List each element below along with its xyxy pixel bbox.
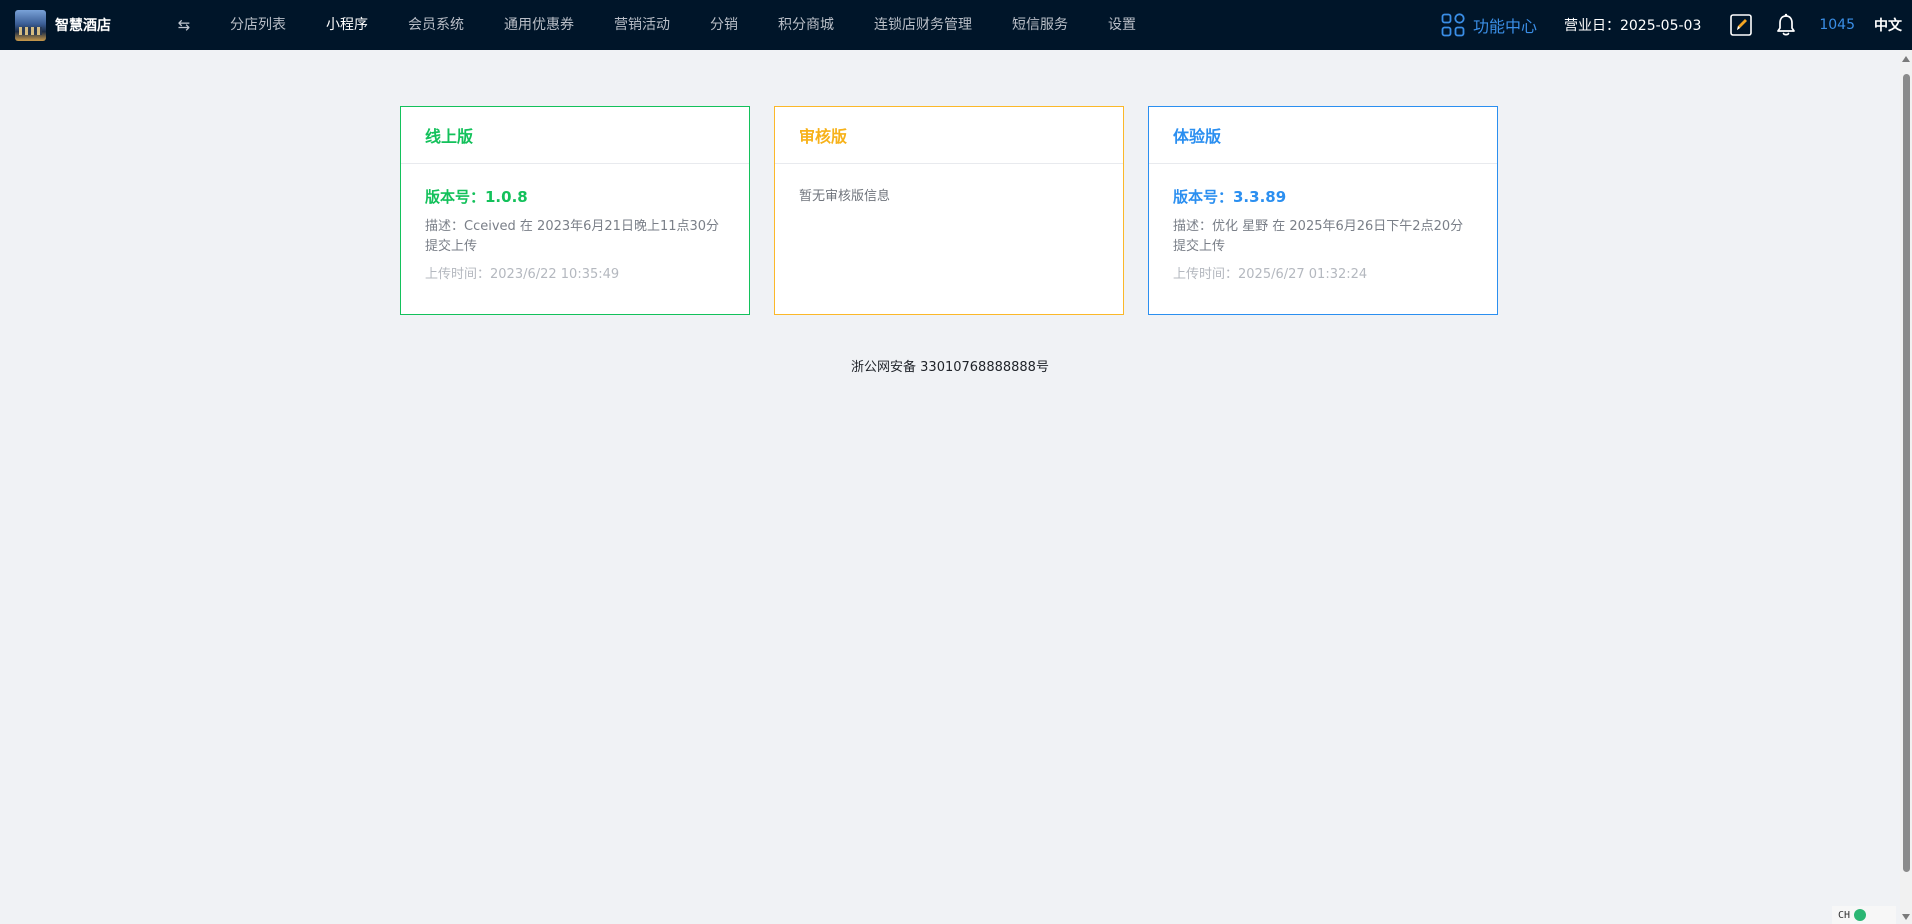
online-version-card: 线上版 版本号：1.0.8 描述：Cceived 在 2023年6月21日晚上1… [400,106,750,315]
edit-note-icon[interactable] [1729,13,1753,37]
version-description: 描述：优化 星野 在 2025年6月26日下午2点20分提交上传 [1173,219,1464,254]
version-cards: 线上版 版本号：1.0.8 描述：Cceived 在 2023年6月21日晚上1… [400,106,1498,315]
hotel-logo [15,9,46,41]
brand[interactable]: 智慧酒店 [15,9,171,41]
card-title: 体验版 [1149,107,1497,164]
user-id-link[interactable]: 1045 [1819,17,1855,33]
empty-review-message: 暂无审核版信息 [799,189,891,204]
function-center-label: 功能中心 [1472,17,1537,36]
business-date: 营业日：2025-05-03 [1563,18,1702,34]
nav-item-coupons[interactable]: 通用优惠券 [484,0,594,50]
nav-item-chain-finance[interactable]: 连锁店财务管理 [854,0,992,50]
brand-name: 智慧酒店 [55,18,111,34]
function-center-button[interactable]: 功能中心 [1441,13,1537,37]
tray-app-icon[interactable] [1854,909,1867,921]
nav-item-distribution[interactable]: 分销 [690,0,758,50]
bell-icon[interactable] [1775,13,1797,37]
scroll-thumb[interactable] [1903,74,1910,872]
header-right: 功能中心 营业日：2025-05-03 1045 中文 [1441,0,1912,50]
grid-apps-icon [1441,13,1465,37]
sidebar-toggle-icon[interactable]: ⇆ [172,16,196,34]
nav-item-settings[interactable]: 设置 [1088,0,1156,50]
ime-indicator[interactable]: CH [1838,910,1850,921]
nav-item-branch-list[interactable]: 分店列表 [210,0,306,50]
nav-item-member-system[interactable]: 会员系统 [388,0,484,50]
main-nav: 分店列表 小程序 会员系统 通用优惠券 营销活动 分销 积分商城 连锁店财务管理… [210,0,1156,50]
top-navbar: 智慧酒店 ⇆ 分店列表 小程序 会员系统 通用优惠券 营销活动 分销 积分商城 … [0,0,1912,50]
upload-time: 上传时间：2025/6/27 01:32:24 [1173,267,1368,282]
version-number: 版本号：1.0.8 [425,188,528,206]
language-switch[interactable]: 中文 [1874,15,1902,35]
upload-time: 上传时间：2023/6/22 10:35:49 [425,267,620,282]
nav-item-marketing[interactable]: 营销活动 [594,0,690,50]
icp-footer: 浙公网安备 33010768888888号 [851,360,1049,375]
review-version-card: 审核版 暂无审核版信息 [774,106,1124,315]
scroll-down-arrow-icon[interactable] [1902,914,1910,920]
card-title: 线上版 [401,107,749,164]
scroll-up-arrow-icon[interactable] [1902,56,1910,62]
version-number: 版本号：3.3.89 [1173,188,1287,206]
version-description: 描述：Cceived 在 2023年6月21日晚上11点30分提交上传 [425,219,720,254]
nav-item-mini-program[interactable]: 小程序 [306,0,388,50]
trial-version-card: 体验版 版本号：3.3.89 描述：优化 星野 在 2025年6月26日下午2点… [1148,106,1498,315]
system-tray: CH [1832,906,1896,924]
nav-item-sms[interactable]: 短信服务 [992,0,1088,50]
card-title: 审核版 [775,107,1123,164]
page-scrollbar[interactable] [1900,50,1912,924]
nav-item-points-mall[interactable]: 积分商城 [758,0,854,50]
